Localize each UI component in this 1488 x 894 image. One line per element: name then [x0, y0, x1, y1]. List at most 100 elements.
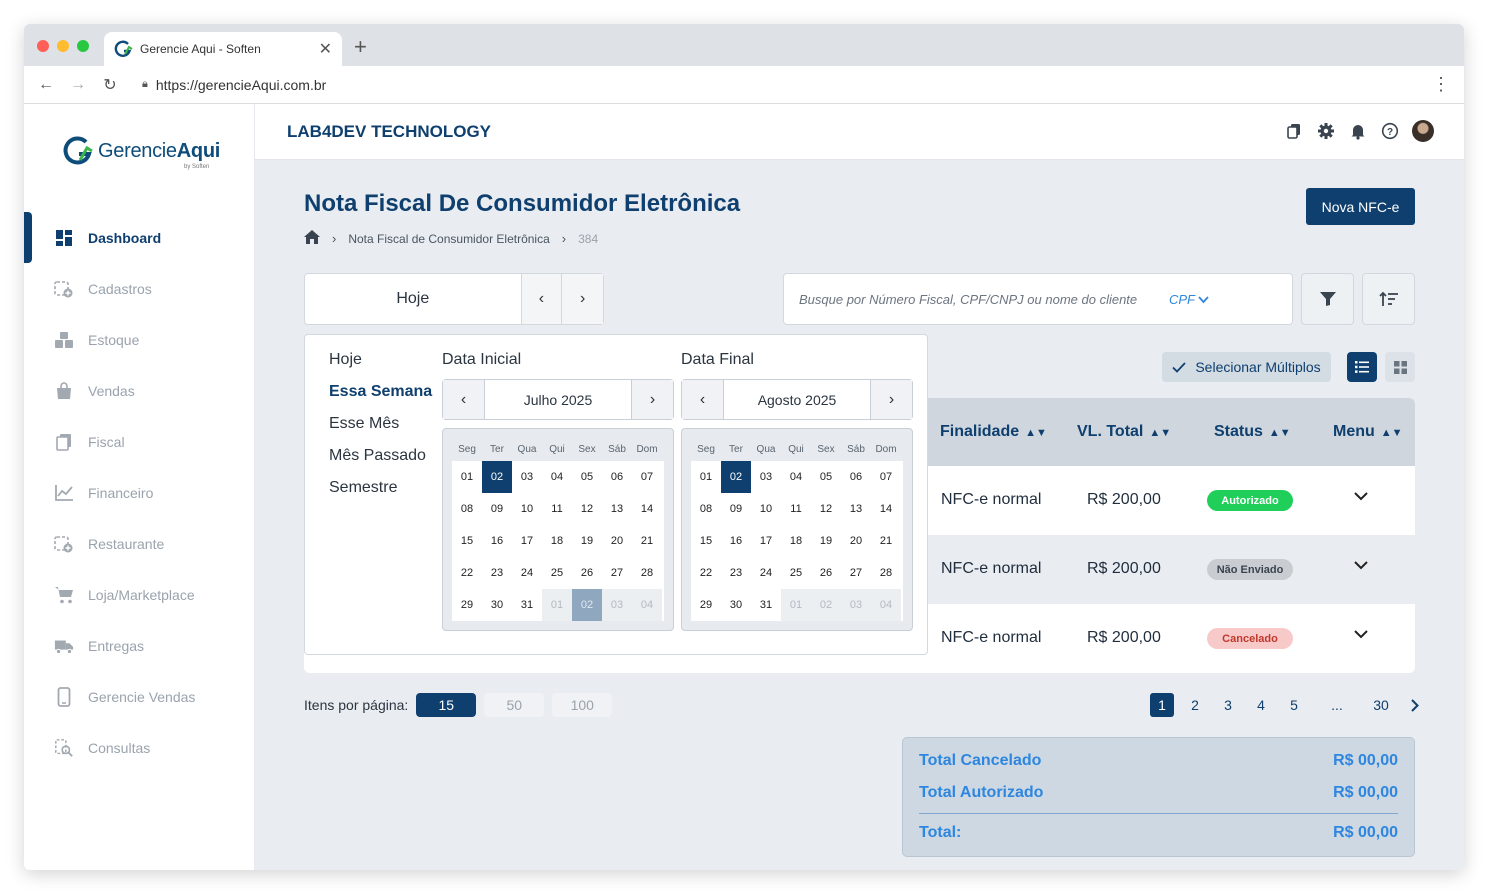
calendar-day[interactable]: 01 [452, 461, 482, 493]
sidebar-item-dashboard[interactable]: Dashboard [24, 212, 255, 263]
date-range-label[interactable]: Hoje [305, 274, 522, 324]
gear-icon[interactable] [1316, 121, 1336, 141]
browser-tab[interactable]: Gerencie Aqui - Soften ✕ [104, 32, 342, 66]
calendar-day[interactable]: 31 [512, 589, 542, 621]
calendar-day[interactable]: 13 [841, 493, 871, 525]
sidebar-item-loja-marketplace[interactable]: Loja/Marketplace [24, 569, 255, 620]
calendar-day[interactable]: 15 [452, 525, 482, 557]
start-prev-month-button[interactable]: ‹ [443, 380, 484, 419]
calendar-day[interactable]: 29 [452, 589, 482, 621]
calendar-day[interactable]: 24 [751, 557, 781, 589]
calendar-day[interactable]: 04 [871, 589, 901, 621]
date-preset-item[interactable]: Esse Mês [329, 415, 432, 447]
calendar-day[interactable]: 02 [572, 589, 602, 621]
end-next-month-button[interactable]: › [871, 380, 912, 419]
calendar-day[interactable]: 03 [751, 461, 781, 493]
calendar-day[interactable]: 18 [542, 525, 572, 557]
sidebar-item-vendas[interactable]: Vendas [24, 365, 255, 416]
calendar-day[interactable]: 20 [602, 525, 632, 557]
calendar-day[interactable]: 30 [482, 589, 512, 621]
select-multiple-button[interactable]: Selecionar Múltiplos [1162, 352, 1331, 382]
close-window-button[interactable] [37, 40, 49, 52]
close-tab-icon[interactable]: ✕ [319, 39, 332, 59]
calendar-day[interactable]: 19 [572, 525, 602, 557]
calendar-day[interactable]: 03 [602, 589, 632, 621]
filter-button[interactable] [1301, 273, 1354, 325]
calendar-day[interactable]: 08 [452, 493, 482, 525]
calendar-day[interactable]: 07 [871, 461, 901, 493]
sidebar-item-cadastros[interactable]: Cadastros [24, 263, 255, 314]
calendar-day[interactable]: 20 [841, 525, 871, 557]
sidebar-item-financeiro[interactable]: Financeiro [24, 467, 255, 518]
calendar-day[interactable]: 27 [602, 557, 632, 589]
calendar-day[interactable]: 06 [602, 461, 632, 493]
search-input[interactable] [799, 291, 1169, 307]
sidebar-item-entregas[interactable]: Entregas [24, 620, 255, 671]
calendar-day[interactable]: 02 [721, 461, 751, 493]
reload-icon[interactable]: ↻ [94, 75, 126, 95]
next-page-icon[interactable] [1402, 693, 1426, 717]
browser-menu-icon[interactable]: ⋮ [1432, 74, 1450, 95]
page-size-50[interactable]: 50 [484, 693, 545, 717]
calendar-day[interactable]: 21 [871, 525, 901, 557]
page-button[interactable]: 5 [1282, 693, 1306, 717]
avatar[interactable] [1412, 120, 1434, 142]
sidebar-item-gerencie-vendas[interactable]: Gerencie Vendas [24, 671, 255, 722]
calendar-day[interactable]: 12 [572, 493, 602, 525]
sidebar-item-consultas[interactable]: Consultas [24, 722, 255, 773]
calendar-day[interactable]: 16 [721, 525, 751, 557]
sidebar-item-fiscal[interactable]: Fiscal [24, 416, 255, 467]
calendar-day[interactable]: 14 [632, 493, 662, 525]
calendar-day[interactable]: 11 [781, 493, 811, 525]
calendar-day[interactable]: 08 [691, 493, 721, 525]
copy-icon[interactable] [1284, 121, 1304, 141]
minimize-window-button[interactable] [57, 40, 69, 52]
new-tab-icon[interactable]: + [354, 34, 367, 60]
page-button[interactable]: 3 [1216, 693, 1240, 717]
calendar-day[interactable]: 27 [841, 557, 871, 589]
grid-view-button[interactable] [1385, 352, 1415, 382]
row-menu-chevron-icon[interactable] [1354, 488, 1368, 506]
calendar-day[interactable]: 19 [811, 525, 841, 557]
page-button[interactable]: 1 [1150, 693, 1174, 717]
calendar-day[interactable]: 06 [841, 461, 871, 493]
bell-icon[interactable] [1348, 121, 1368, 141]
url-field[interactable]: https://gerencieAqui.com.br [156, 77, 326, 93]
calendar-day[interactable]: 02 [811, 589, 841, 621]
calendar-day[interactable]: 24 [512, 557, 542, 589]
calendar-day[interactable]: 09 [721, 493, 751, 525]
calendar-day[interactable]: 13 [602, 493, 632, 525]
calendar-day[interactable]: 23 [482, 557, 512, 589]
sidebar-item-estoque[interactable]: Estoque [24, 314, 255, 365]
column-menu[interactable]: Menu ▲▼ [1333, 423, 1403, 441]
sort-button[interactable] [1362, 273, 1415, 325]
logo[interactable]: GerencieAqui by Soften [62, 134, 220, 170]
calendar-day[interactable]: 10 [751, 493, 781, 525]
date-preset-item[interactable]: Essa Semana [329, 383, 432, 415]
calendar-day[interactable]: 01 [781, 589, 811, 621]
calendar-day[interactable]: 28 [871, 557, 901, 589]
row-menu-chevron-icon[interactable] [1354, 626, 1368, 644]
list-view-button[interactable] [1347, 352, 1377, 382]
calendar-day[interactable]: 03 [512, 461, 542, 493]
breadcrumb-item[interactable]: Nota Fiscal de Consumidor Eletrônica [348, 232, 549, 246]
calendar-day[interactable]: 28 [632, 557, 662, 589]
forward-icon[interactable]: → [62, 76, 94, 94]
calendar-day[interactable]: 11 [542, 493, 572, 525]
calendar-day[interactable]: 05 [572, 461, 602, 493]
calendar-day[interactable]: 14 [871, 493, 901, 525]
page-size-100[interactable]: 100 [552, 693, 613, 717]
calendar-day[interactable]: 16 [482, 525, 512, 557]
calendar-day[interactable]: 03 [841, 589, 871, 621]
calendar-day[interactable]: 10 [512, 493, 542, 525]
calendar-day[interactable]: 15 [691, 525, 721, 557]
calendar-day[interactable]: 22 [691, 557, 721, 589]
calendar-day[interactable]: 04 [542, 461, 572, 493]
date-preset-item[interactable]: Semestre [329, 479, 432, 511]
calendar-day[interactable]: 18 [781, 525, 811, 557]
calendar-day[interactable]: 01 [691, 461, 721, 493]
calendar-day[interactable]: 07 [632, 461, 662, 493]
date-next-button[interactable]: › [562, 274, 603, 324]
calendar-day[interactable]: 05 [811, 461, 841, 493]
calendar-day[interactable]: 26 [572, 557, 602, 589]
